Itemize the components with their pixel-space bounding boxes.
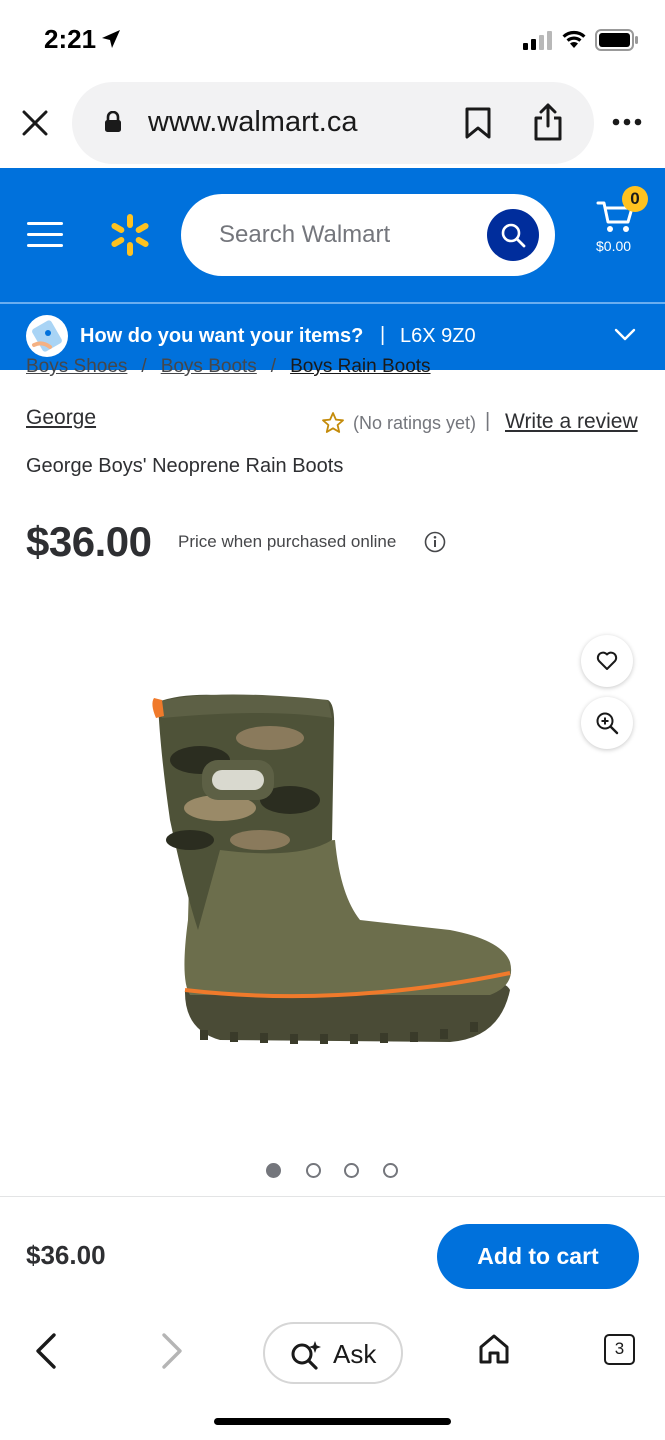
rating-separator: | — [485, 410, 491, 432]
product-image — [152, 694, 512, 1044]
search-input[interactable]: Search Walmart — [181, 194, 555, 276]
carousel-dot[interactable] — [306, 1163, 321, 1178]
close-tab-icon[interactable] — [20, 108, 50, 138]
home-indicator — [214, 1418, 451, 1425]
cart-total: $0.00 — [596, 238, 632, 254]
tabs-count-button[interactable]: 3 — [604, 1334, 635, 1365]
add-to-cart-button[interactable]: Add to cart — [437, 1224, 639, 1289]
search-placeholder: Search Walmart — [219, 221, 391, 248]
delivery-question: How do you want your items? — [80, 325, 364, 347]
breadcrumb-separator: / — [141, 356, 147, 376]
home-icon[interactable] — [477, 1332, 511, 1366]
postal-code: L6X 9Z0 — [400, 325, 476, 347]
search-icon — [501, 223, 526, 248]
breadcrumb-separator: / — [270, 356, 277, 376]
price-note: Price when purchased online — [178, 532, 397, 551]
star-icon — [322, 412, 344, 433]
bookmark-icon[interactable] — [464, 106, 492, 140]
ai-search-icon — [291, 1341, 321, 1370]
ask-button[interactable]: Ask — [263, 1322, 403, 1384]
address-bar[interactable]: www.walmart.ca — [72, 82, 594, 164]
forward-icon[interactable] — [160, 1332, 184, 1370]
breadcrumb: Boys Shoes / Boys Boots / Boys Rain Boots — [26, 356, 431, 376]
url-text: www.walmart.ca — [148, 106, 358, 138]
sticky-price: $36.00 — [26, 1240, 106, 1270]
info-icon[interactable] — [424, 531, 446, 553]
cart-count-badge: 0 — [622, 186, 648, 212]
zoom-button[interactable] — [581, 697, 633, 749]
sticky-bar-divider — [0, 1196, 665, 1197]
delivery-illustration-icon — [26, 315, 68, 357]
product-image-carousel[interactable] — [0, 590, 665, 1150]
cellular-signal-icon — [523, 31, 552, 50]
walmart-spark-logo[interactable] — [108, 212, 152, 258]
breadcrumb-item[interactable]: Boys Shoes — [26, 356, 127, 376]
breadcrumb-item-current[interactable]: Boys Rain Boots — [290, 356, 430, 376]
write-review-link[interactable]: Write a review — [505, 410, 638, 434]
zoom-in-icon — [596, 712, 619, 735]
share-icon[interactable] — [532, 102, 564, 142]
more-options-icon[interactable] — [612, 118, 642, 126]
delivery-separator: | — [380, 324, 386, 346]
product-title: George Boys' Neoprene Rain Boots — [26, 455, 344, 477]
heart-icon — [596, 651, 618, 670]
search-button[interactable] — [487, 209, 539, 261]
carousel-dot-active[interactable] — [266, 1163, 281, 1178]
location-arrow-icon — [102, 30, 120, 48]
brand-link[interactable]: George — [26, 406, 96, 430]
lock-icon — [105, 111, 121, 132]
ask-label: Ask — [333, 1339, 377, 1369]
site-header: Search Walmart 0 $0.00 — [0, 168, 665, 302]
browser-toolbar: www.walmart.ca — [0, 80, 665, 168]
product-price: $36.00 — [26, 518, 152, 565]
carousel-dot[interactable] — [344, 1163, 359, 1178]
cart-button[interactable]: 0 $0.00 — [594, 186, 648, 278]
chevron-down-icon — [614, 328, 636, 341]
status-bar: 2:21 — [0, 0, 665, 80]
breadcrumb-item[interactable]: Boys Boots — [161, 356, 257, 376]
rating-text: (No ratings yet) — [353, 413, 477, 433]
back-icon[interactable] — [34, 1332, 58, 1370]
menu-icon[interactable] — [27, 222, 63, 248]
status-time: 2:21 — [44, 24, 97, 54]
carousel-pagination — [266, 1163, 406, 1179]
wifi-icon — [562, 30, 586, 48]
battery-icon — [595, 29, 638, 51]
carousel-dot[interactable] — [383, 1163, 398, 1178]
favorite-button[interactable] — [581, 635, 633, 687]
